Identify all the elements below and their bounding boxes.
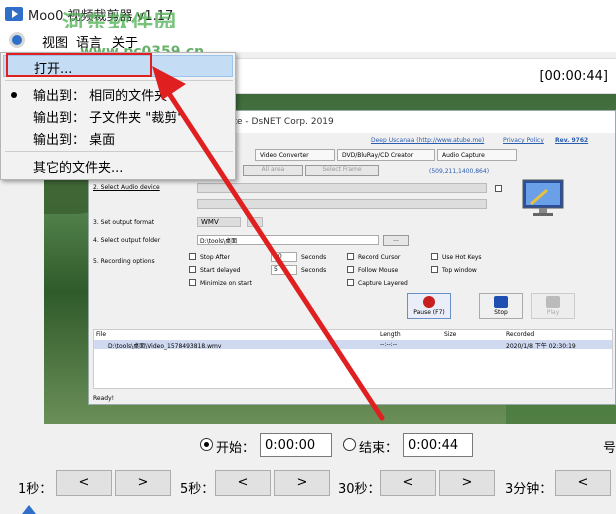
play-icon [546,296,560,308]
frame-checkbox [347,279,354,286]
frame-cell-file: D:\tools\桌面\Video_1578493818.wmv [108,343,222,350]
frame-checkbox [431,253,438,260]
frame-opt: Seconds [301,267,327,274]
frame-tab: Video Converter [255,149,335,161]
step-back-5s-button[interactable]: < [215,470,271,496]
frame-opt: Follow Mouse [358,267,399,274]
frame-checkbox [189,266,196,273]
frame-select-frame-button: Select Frame [305,165,379,176]
frame-opt: Minimize on start [200,280,252,287]
resize-corner-icon [22,505,36,514]
frame-all-area-button: All area [243,165,303,176]
menu-output-sub-item[interactable]: 输出到： 子文件夹 "裁剪" [3,105,233,127]
frame-tab: DVD/BluRay/CD Creator [337,149,435,161]
menu-output-same-label: 输出到： 相同的文件夹 [33,89,168,104]
annotation-highlight-box [6,53,152,77]
frame-format-value: WMV [197,217,241,227]
file-menu-icon[interactable] [6,30,28,50]
frame-pause-button: Pause (F7) [407,293,451,319]
app-window: Moo0 视频裁剪器 v1.17 河东软件园 视图 语言 关于 www.pc03… [0,0,616,514]
frame-stop-label: Stop [494,309,508,316]
end-label: 结束： [359,441,399,456]
frame-table-row: D:\tools\桌面\Video_1578493818.wmv --:--:-… [94,340,612,350]
frame-coords: (509,211,1400,864) [429,168,490,175]
record-icon [423,296,435,308]
frame-col-header: Length [380,331,401,338]
step-label-1s: 1秒： [18,482,53,497]
frame-link: Deep Uscanaa (http://www.atube.me) [371,137,485,144]
step-back-30s-button[interactable]: < [380,470,436,496]
frame-col-header: File [96,331,107,338]
frame-checkbox [347,253,354,260]
start-time-input[interactable]: 0:00:00 [260,433,332,457]
frame-stop-button: Stop [479,293,523,319]
start-radio[interactable] [200,438,213,451]
frame-file-table: File Length Size Recorded D:\tools\桌面\Vi… [93,329,613,389]
frame-checkbox [189,279,196,286]
menu-other-folder-label: 其它的文件夹... [33,161,124,176]
frame-cell-length: --:--:-- [380,341,398,348]
app-icon [5,7,23,21]
frame-panel: All area Select Frame (509,211,1400,864)… [93,161,609,431]
frame-play-button: Play [531,293,575,319]
frame-checkbox [347,266,354,273]
frame-status: Ready! [93,395,115,402]
frame-link: Rev. 9762 [555,137,589,144]
frame-rec-options-label: 5. Recording options [93,258,155,265]
stop-icon [494,296,508,308]
end-time-input[interactable]: 0:00:44 [403,433,473,457]
duration-readout: [00:00:44] [539,69,608,84]
menu-output-desktop-label: 输出到： 桌面 [33,133,116,148]
frame-col-header: Size [444,331,457,338]
menu-separator [5,151,233,152]
menu-output-sub-label: 输出到： 子文件夹 "裁剪" [33,111,184,126]
frame-audio-select-2 [197,199,487,209]
frame-tab: Audio Capture [437,149,517,161]
frame-play-label: Play [546,309,560,316]
frame-cell-recorded: 2020/1/8 下午 02:30:19 [506,343,576,350]
frame-opt: Seconds [301,254,327,261]
save-button-partial[interactable]: 号 [603,437,616,456]
menu-view[interactable]: 视图 [38,31,72,52]
menu-output-same-item[interactable]: 输出到： 相同的文件夹 [3,83,233,105]
frame-opt: Record Cursor [358,254,401,261]
frame-format-btn [247,217,263,227]
step-label-5s: 5秒： [180,482,215,497]
frame-opt: Use Hot Keys [442,254,482,261]
step-label-30s: 30秒： [338,482,381,497]
frame-opt-value: 5 [271,265,297,275]
frame-opt: Capture Layered [358,280,408,287]
frame-opt: Start delayed [200,267,241,274]
frame-folder-label: 4. Select output folder [93,237,161,244]
frame-checkbox [495,185,502,192]
step-back-1s-button[interactable]: < [56,470,112,496]
frame-checkbox [189,253,196,260]
frame-checkbox [431,266,438,273]
step-forward-1s-button[interactable]: > [115,470,171,496]
frame-audio-select [197,183,487,193]
step-forward-30s-button[interactable]: > [439,470,495,496]
title-bar: Moo0 视频裁剪器 v1.17 河东软件园 [0,0,616,37]
end-radio[interactable] [343,438,356,451]
step-back-3min-button[interactable]: < [555,470,611,496]
frame-opt-value: 60 [271,252,297,262]
frame-opt: Top window [442,267,477,274]
frame-folder-value: D:\tools\桌面 [197,235,379,245]
step-label-3min: 3分钟： [505,482,553,497]
menu-other-folder-item[interactable]: 其它的文件夹... [3,155,233,177]
frame-audio-label: 2. Select Audio device [93,184,160,191]
frame-link: Privacy Policy [503,137,544,144]
menu-separator [5,80,233,81]
menu-output-desktop-item[interactable]: 输出到： 桌面 [3,127,233,149]
selected-bullet-icon [11,92,17,98]
frame-browse-button: ... [383,235,409,246]
start-label: 开始： [216,441,256,456]
frame-pause-label: Pause (F7) [413,309,445,316]
frame-opt: Stop After [200,254,230,261]
frame-col-header: Recorded [506,331,535,338]
step-forward-5s-button[interactable]: > [274,470,330,496]
frame-format-label: 3. Set output format [93,219,155,226]
monitor-icon [522,179,564,216]
